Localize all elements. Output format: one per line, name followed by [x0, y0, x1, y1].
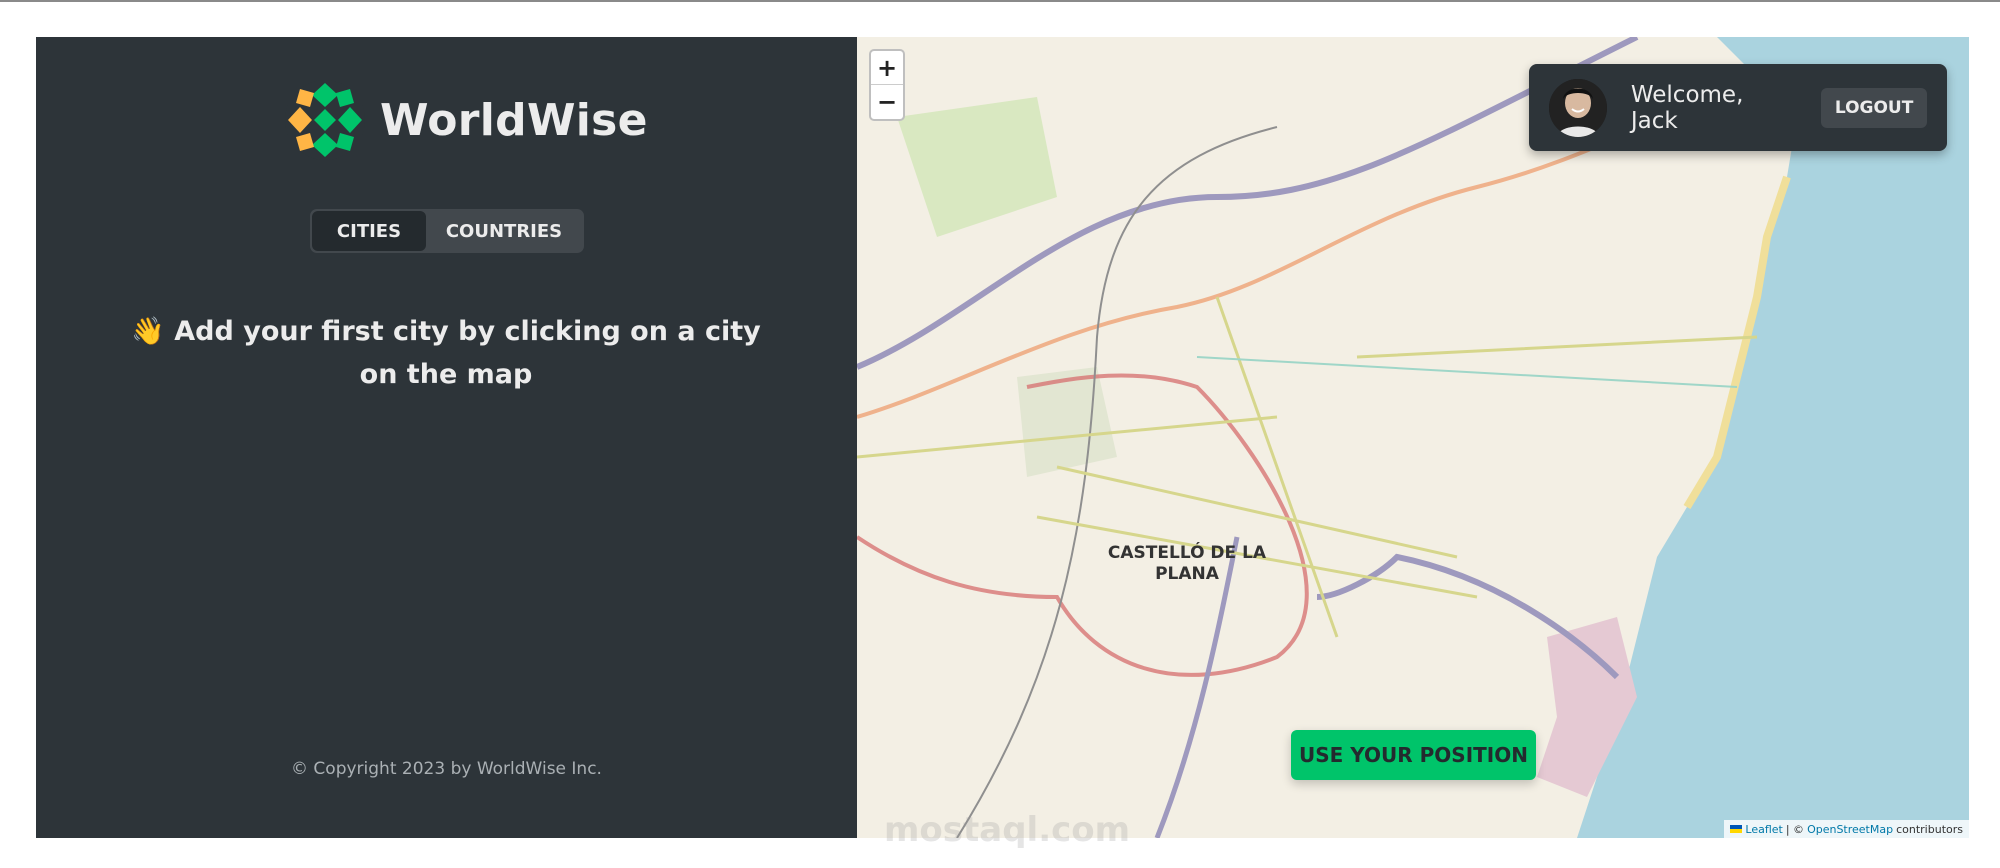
attribution-separator: | © [1785, 822, 1805, 836]
app-layout: WorldWise CITIES COUNTRIES 👋 Add your fi… [36, 37, 1969, 838]
top-border [0, 0, 2000, 2]
empty-state-text: Add your first city by clicking on a cit… [174, 316, 761, 390]
zoom-control: + − [869, 49, 905, 121]
empty-state-message: 👋 Add your first city by clicking on a c… [126, 310, 766, 396]
tab-cities[interactable]: CITIES [312, 211, 426, 251]
map-tiles[interactable] [857, 37, 1969, 838]
logout-button[interactable]: LOGOUT [1821, 87, 1927, 128]
openstreetmap-link[interactable]: OpenStreetMap [1807, 823, 1893, 836]
attribution-suffix: contributors [1896, 822, 1963, 836]
city-label: CASTELLÓ DE LA PLANA [1107, 543, 1267, 584]
watermark: mostaql.com [884, 810, 1131, 850]
zoom-out-button[interactable]: − [871, 85, 903, 119]
tab-countries[interactable]: COUNTRIES [426, 211, 582, 251]
globe-logo-icon [285, 80, 365, 160]
tab-navigation: CITIES COUNTRIES [310, 209, 584, 253]
use-position-button[interactable]: USE YOUR POSITION [1291, 730, 1536, 780]
map-attribution: Leaflet | © OpenStreetMap contributors [1724, 820, 1969, 838]
logo[interactable]: WorldWise [284, 79, 648, 161]
waving-hand-icon: 👋 [131, 316, 165, 347]
avatar [1549, 78, 1607, 137]
leaflet-link[interactable]: Leaflet [1745, 823, 1782, 836]
user-avatar-icon [1549, 78, 1607, 137]
map-container[interactable]: CASTELLÓ DE LA PLANA + − Welcome, Jack L… [857, 37, 1969, 838]
ukraine-flag-icon [1730, 825, 1743, 833]
app-name: WorldWise [380, 94, 648, 146]
welcome-text: Welcome, Jack [1630, 81, 1744, 134]
copyright: © Copyright 2023 by WorldWise Inc. [291, 759, 602, 779]
user-panel: Welcome, Jack LOGOUT [1529, 64, 1947, 151]
sidebar: WorldWise CITIES COUNTRIES 👋 Add your fi… [36, 37, 857, 838]
zoom-in-button[interactable]: + [871, 51, 903, 85]
